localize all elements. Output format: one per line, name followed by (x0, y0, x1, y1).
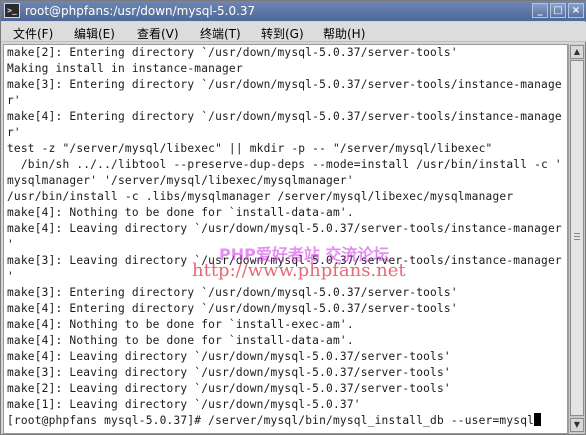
window-title: root@phpfans:/usr/down/mysql-5.0.37 (25, 4, 256, 18)
menu-edit[interactable]: 编辑(E) (74, 25, 115, 42)
menu-view[interactable]: 查看(V) (137, 25, 179, 42)
menu-go[interactable]: 转到(G) (261, 25, 304, 42)
terminal-line: make[4]: Entering directory `/usr/down/m… (7, 110, 562, 123)
terminal-line: Making install in instance-manager (7, 62, 243, 75)
terminal-line: make[3]: Entering directory `/usr/down/m… (7, 286, 458, 299)
terminal-line: make[4]: Nothing to be done for `install… (7, 318, 354, 331)
scroll-down-arrow-icon[interactable]: ▼ (570, 418, 584, 432)
grip-line (574, 233, 580, 234)
terminal-line: make[4]: Leaving directory `/usr/down/my… (7, 350, 451, 363)
menu-terminal[interactable]: 终端(T) (200, 25, 241, 42)
terminal-line: make[4]: Nothing to be done for `install… (7, 334, 354, 347)
terminal-line: make[4]: Entering directory `/usr/down/m… (7, 302, 458, 315)
text-cursor (534, 413, 542, 426)
scrollbar-thumb[interactable] (570, 60, 584, 416)
terminal-line: make[3]: Leaving directory `/usr/down/my… (7, 366, 451, 379)
terminal-prompt-line[interactable]: [root@phpfans mysql-5.0.37]# /server/mys… (7, 413, 562, 429)
grip-line (574, 236, 580, 237)
menu-help[interactable]: 帮助(H) (323, 25, 365, 42)
watermark-url: http://www.phpfans.net (192, 260, 406, 281)
scroll-up-arrow-icon[interactable]: ▲ (570, 45, 584, 59)
terminal-line: /usr/bin/install -c .libs/mysqlmanager /… (7, 190, 514, 203)
terminal-line: r' (7, 126, 21, 139)
terminal-line: /bin/sh ../../libtool --preserve-dup-dep… (7, 158, 562, 171)
terminal-line: make[3]: Entering directory `/usr/down/m… (7, 78, 562, 91)
terminal-line: make[2]: Leaving directory `/usr/down/my… (7, 382, 451, 395)
terminal-line: make[2]: Entering directory `/usr/down/m… (7, 46, 458, 59)
terminal-line: make[1]: Leaving directory `/usr/down/my… (7, 398, 361, 411)
terminal-line: r' (7, 94, 21, 107)
terminal-lines: make[2]: Entering directory `/usr/down/m… (7, 45, 562, 429)
menu-bar: 文件(F) 编辑(E) 查看(V) 终端(T) 转到(G) 帮助(H) (1, 22, 586, 42)
terminal-line: mysqlmanager' '/server/mysql/libexec/mys… (7, 174, 354, 187)
terminal-icon[interactable]: >_ (4, 3, 20, 18)
menu-file[interactable]: 文件(F) (13, 25, 53, 42)
minimize-button[interactable]: _ (532, 3, 548, 18)
terminal-window: >_ root@phpfans:/usr/down/mysql-5.0.37 _… (0, 0, 586, 435)
terminal-line: make[4]: Leaving directory `/usr/down/my… (7, 222, 562, 235)
terminal-line: test -z "/server/mysql/libexec" || mkdir… (7, 142, 493, 155)
maximize-button[interactable]: □ (550, 3, 566, 18)
terminal-line: make[4]: Nothing to be done for `install… (7, 206, 354, 219)
terminal-output[interactable]: make[2]: Entering directory `/usr/down/m… (3, 44, 568, 434)
title-bar[interactable]: >_ root@phpfans:/usr/down/mysql-5.0.37 _… (1, 1, 586, 21)
grip-line (574, 239, 580, 240)
vertical-scrollbar[interactable]: ▲ ▼ (568, 44, 585, 434)
terminal-prompt: [root@phpfans mysql-5.0.37]# /server/mys… (7, 414, 535, 427)
close-button[interactable]: × (568, 3, 584, 18)
